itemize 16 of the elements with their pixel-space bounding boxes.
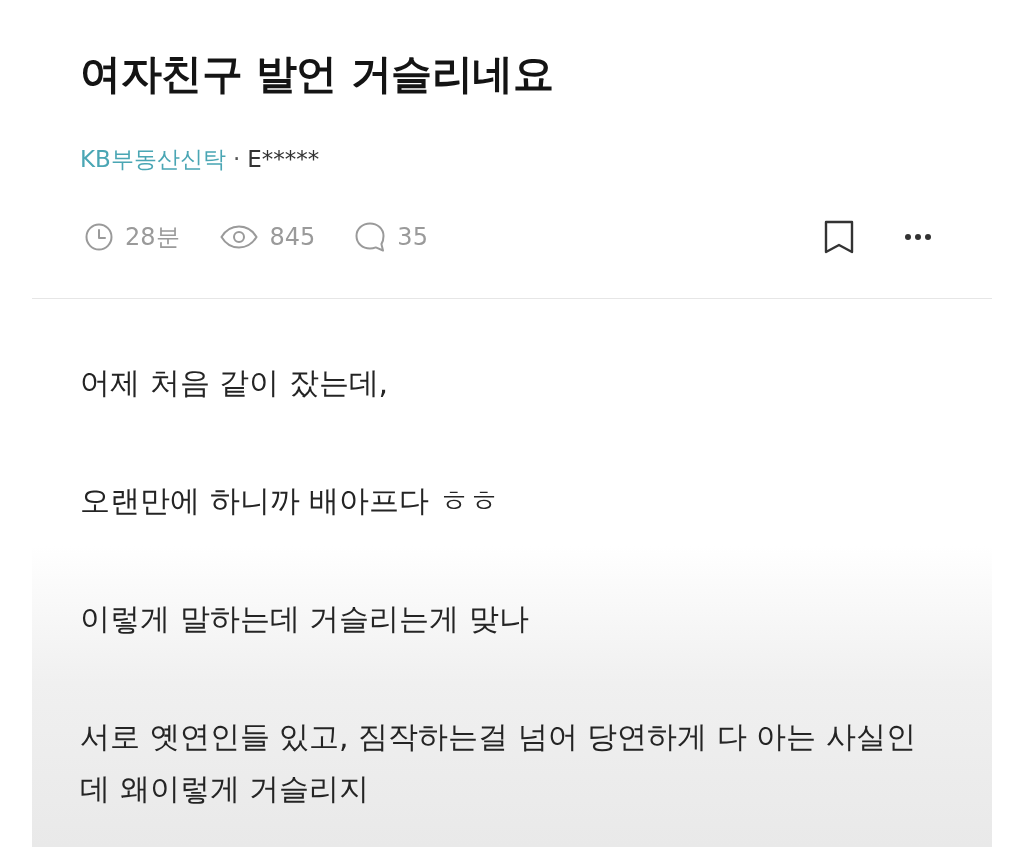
more-options-icon[interactable] [904, 233, 932, 241]
stat-count: 35 [397, 222, 428, 252]
speech-bubble-icon [355, 222, 386, 252]
eye-icon [219, 225, 258, 249]
author-name: E***** [247, 145, 320, 174]
body-paragraph: 어제 처음 같이 잤는데, [80, 364, 390, 402]
separator-dot: · [232, 145, 241, 174]
stat-count: 28분 [125, 222, 180, 252]
stat-count: 845 [269, 222, 316, 252]
bookmark-icon[interactable] [824, 220, 854, 254]
clock-icon [85, 223, 113, 251]
body-paragraph: 오랜만에 하니까 배아프다 ㅎㅎ [80, 482, 500, 520]
body-paragraph: 서로 옛연인들 있고, 짐작하는걸 넘어 당연하게 다 아는 사실인데 왜이렇게 거슬리지 [80, 718, 917, 808]
post-title: 여자친구 발언 거슬리네요 [80, 49, 555, 100]
body-paragraph: 이렇게 말하는데 거슬리는게 맞나 [80, 600, 530, 638]
board-link[interactable]: KB부동산신탁 [80, 144, 226, 174]
